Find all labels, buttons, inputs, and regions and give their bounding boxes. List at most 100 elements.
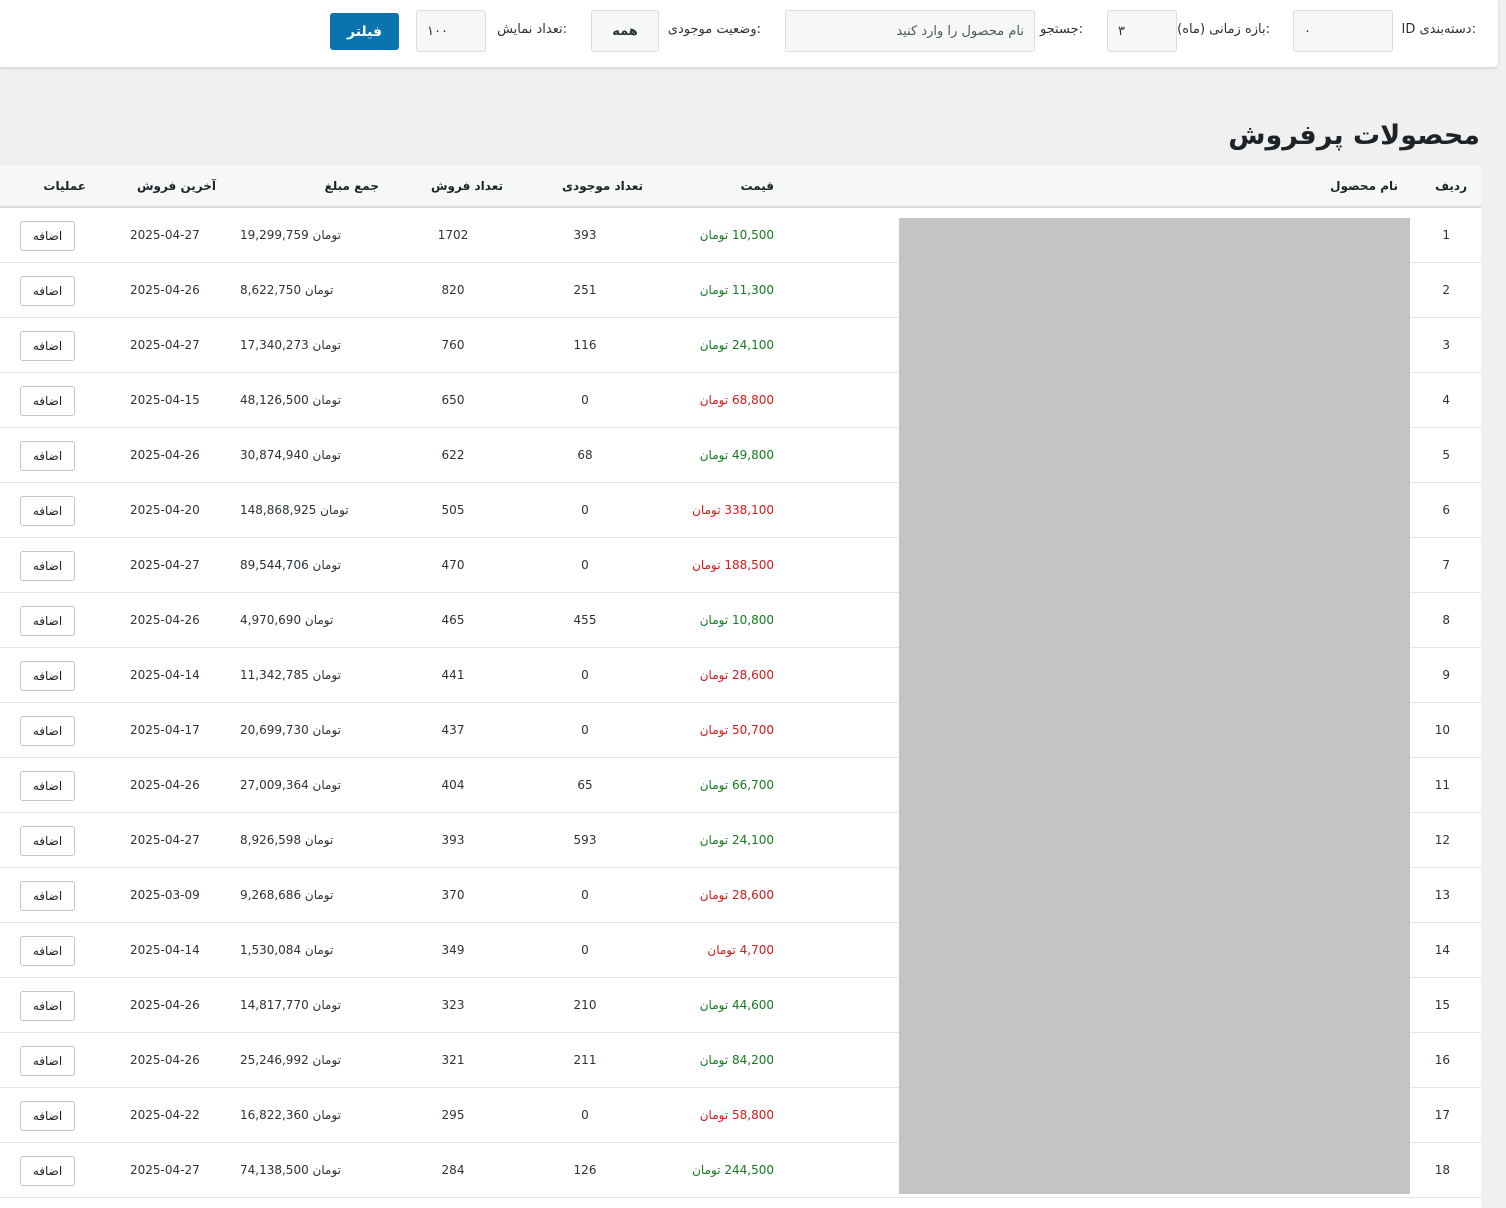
stock-cell: 65: [577, 778, 593, 792]
total-cell: تومان 20,699,730: [240, 723, 341, 737]
last-sale-cell: 2025-04-27: [130, 228, 200, 242]
add-button[interactable]: اضافه: [20, 551, 75, 581]
price-cell: 68,800 تومان: [700, 393, 774, 407]
row-number: 16: [1434, 1053, 1450, 1067]
add-button[interactable]: اضافه: [20, 826, 75, 856]
row-number: 11: [1434, 778, 1450, 792]
total-currency: تومان: [304, 888, 334, 902]
last-sale-cell: 2025-04-26: [130, 448, 200, 462]
price-value: 24,100: [732, 338, 774, 352]
total-cell: تومان 4,970,690: [240, 613, 333, 627]
total-value: 148,868,925: [240, 503, 317, 517]
price-value: 11,300: [732, 283, 774, 297]
row-number: 5: [1442, 448, 1450, 462]
header-stock: تعداد موجودی: [562, 179, 643, 193]
add-button[interactable]: اضافه: [20, 606, 75, 636]
total-cell: تومان 148,868,925: [240, 503, 349, 517]
sales-cell: 441: [441, 668, 465, 682]
last-sale-cell: 2025-04-26: [130, 998, 200, 1012]
stock-cell: 0: [581, 503, 589, 517]
row-number: 4: [1442, 393, 1450, 407]
add-button[interactable]: اضافه: [20, 496, 75, 526]
sales-cell: 820: [441, 283, 465, 297]
total-currency: تومان: [312, 338, 341, 352]
last-sale-cell: 2025-04-27: [130, 833, 200, 847]
search-input[interactable]: [785, 10, 1035, 52]
period-input[interactable]: ۳: [1107, 10, 1177, 52]
header-product-name: نام محصول: [1330, 179, 1398, 193]
price-currency: تومان: [699, 448, 729, 462]
price-cell: 58,800 تومان: [700, 1108, 774, 1122]
sales-cell: 404: [441, 778, 465, 792]
header-last-sale: آخرین فروش: [136, 179, 216, 193]
price-value: 244,500: [724, 1163, 774, 1177]
sales-cell: 470: [441, 558, 465, 572]
last-sale-cell: 2025-04-14: [130, 943, 200, 957]
add-button[interactable]: اضافه: [20, 936, 75, 966]
total-cell: تومان 17,340,273: [240, 338, 341, 352]
price-cell: 49,800 تومان: [700, 448, 774, 462]
total-currency: تومان: [312, 668, 341, 682]
last-sale-cell: 2025-04-27: [130, 558, 200, 572]
total-value: 14,817,770: [240, 998, 309, 1012]
total-cell: تومان 74,138,500: [240, 1163, 341, 1177]
price-currency: تومان: [699, 1053, 729, 1067]
search-label: جستجو:: [1039, 22, 1083, 37]
total-value: 8,926,598: [240, 833, 302, 847]
row-number: 18: [1434, 1163, 1450, 1177]
row-number: 14: [1434, 943, 1450, 957]
stock-cell: 393: [573, 228, 597, 242]
total-value: 4,970,690: [240, 613, 302, 627]
price-currency: تومان: [699, 393, 729, 407]
total-currency: تومان: [312, 723, 341, 737]
add-button[interactable]: اضافه: [20, 331, 75, 361]
total-currency: تومان: [304, 833, 334, 847]
add-button[interactable]: اضافه: [20, 771, 75, 801]
last-sale-cell: 2025-04-27: [130, 1163, 200, 1177]
stock-cell: 0: [581, 943, 589, 957]
header-row-number: ردیف: [1435, 179, 1467, 193]
price-currency: تومان: [707, 943, 736, 957]
stock-cell: 126: [573, 1163, 597, 1177]
add-button[interactable]: اضافه: [20, 386, 75, 416]
last-sale-cell: 2025-04-26: [130, 613, 200, 627]
add-button[interactable]: اضافه: [20, 221, 75, 251]
price-currency: تومان: [699, 228, 729, 242]
total-currency: تومان: [304, 283, 334, 297]
total-cell: تومان 11,342,785: [240, 668, 341, 682]
add-button[interactable]: اضافه: [20, 1101, 75, 1131]
add-button[interactable]: اضافه: [20, 661, 75, 691]
sales-cell: 1702: [437, 228, 469, 242]
row-number: 9: [1442, 668, 1450, 682]
price-currency: تومان: [692, 503, 721, 517]
add-button[interactable]: اضافه: [20, 1156, 75, 1186]
total-currency: تومان: [304, 943, 334, 957]
last-sale-cell: 2025-04-26: [130, 283, 200, 297]
price-value: 4,700: [739, 943, 774, 957]
total-value: 9,268,686: [240, 888, 302, 902]
add-button[interactable]: اضافه: [20, 881, 75, 911]
stock-cell: 0: [581, 723, 589, 737]
stock-cell: 455: [573, 613, 597, 627]
total-value: 74,138,500: [240, 1163, 309, 1177]
stock-status-select[interactable]: همه: [591, 10, 659, 52]
category-id-input[interactable]: ۰: [1293, 10, 1393, 52]
stock-cell: 0: [581, 393, 589, 407]
price-value: 49,800: [732, 448, 774, 462]
stock-cell: 211: [573, 1053, 597, 1067]
add-button[interactable]: اضافه: [20, 991, 75, 1021]
sales-cell: 321: [441, 1053, 465, 1067]
price-cell: 50,700 تومان: [700, 723, 774, 737]
add-button[interactable]: اضافه: [20, 1046, 75, 1076]
price-value: 84,200: [732, 1053, 774, 1067]
price-currency: تومان: [699, 888, 729, 902]
filter-button[interactable]: فیلتر: [330, 13, 399, 50]
price-currency: تومان: [692, 558, 721, 572]
total-cell: تومان 48,126,500: [240, 393, 341, 407]
display-count-input[interactable]: ۱۰۰: [416, 10, 486, 52]
add-button[interactable]: اضافه: [20, 276, 75, 306]
row-number: 17: [1434, 1108, 1450, 1122]
add-button[interactable]: اضافه: [20, 716, 75, 746]
add-button[interactable]: اضافه: [20, 441, 75, 471]
total-currency: تومان: [312, 228, 341, 242]
